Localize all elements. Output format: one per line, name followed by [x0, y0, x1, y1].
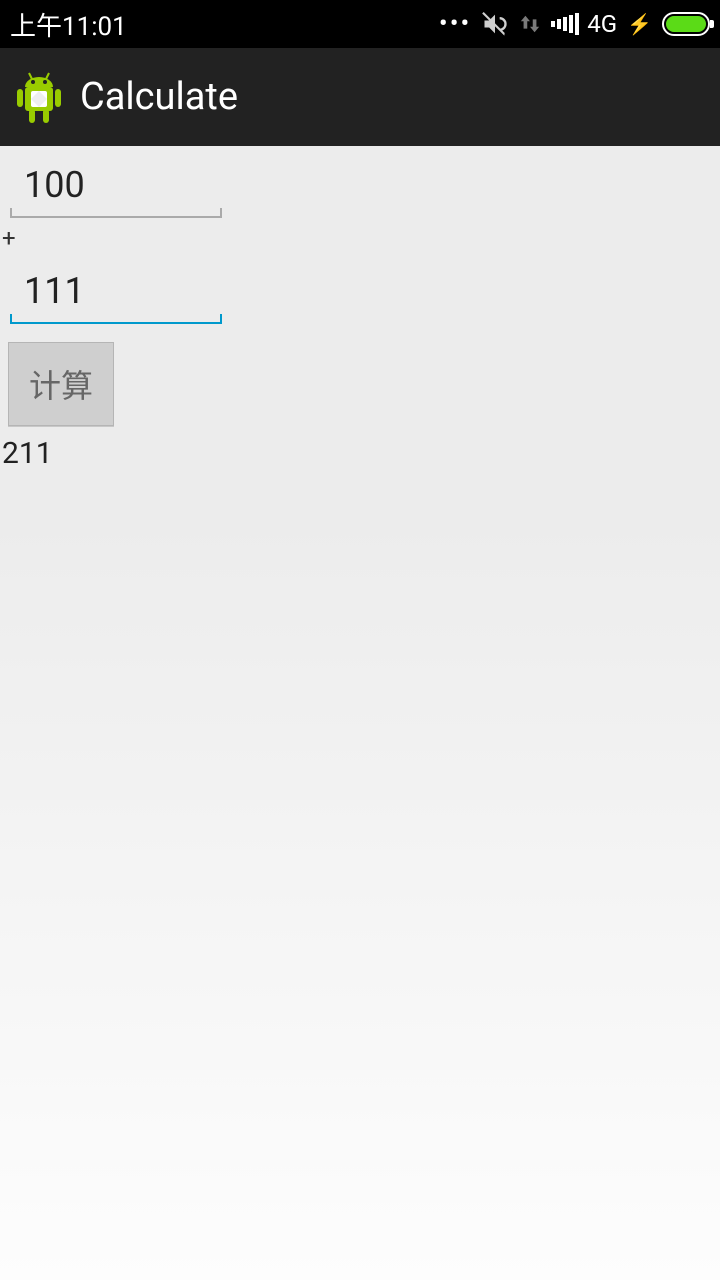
- app-bar: Calculate: [0, 48, 720, 146]
- app-title: Calculate: [80, 75, 238, 119]
- calculate-button[interactable]: 计算: [8, 342, 114, 426]
- signal-icon: [551, 13, 579, 35]
- data-transfer-icon: [519, 13, 541, 35]
- operator-label: +: [0, 218, 720, 252]
- operand1-input[interactable]: [10, 150, 222, 218]
- operand2-input[interactable]: [10, 256, 222, 324]
- status-icons: ••• 4G ⚡: [439, 9, 710, 39]
- charging-icon: ⚡: [627, 12, 652, 36]
- status-time: 上午11:01: [10, 6, 127, 43]
- battery-icon: [662, 12, 710, 36]
- status-bar: 上午11:01 ••• 4G ⚡: [0, 0, 720, 48]
- app-icon: [14, 69, 64, 125]
- network-label: 4G: [587, 10, 617, 38]
- more-icon: •••: [439, 9, 471, 39]
- result-label: 211: [0, 426, 720, 471]
- content-area: + 计算 211: [0, 146, 720, 471]
- mute-icon: [481, 10, 509, 38]
- operand2-wrap: [4, 252, 224, 324]
- operand1-wrap: [4, 146, 224, 218]
